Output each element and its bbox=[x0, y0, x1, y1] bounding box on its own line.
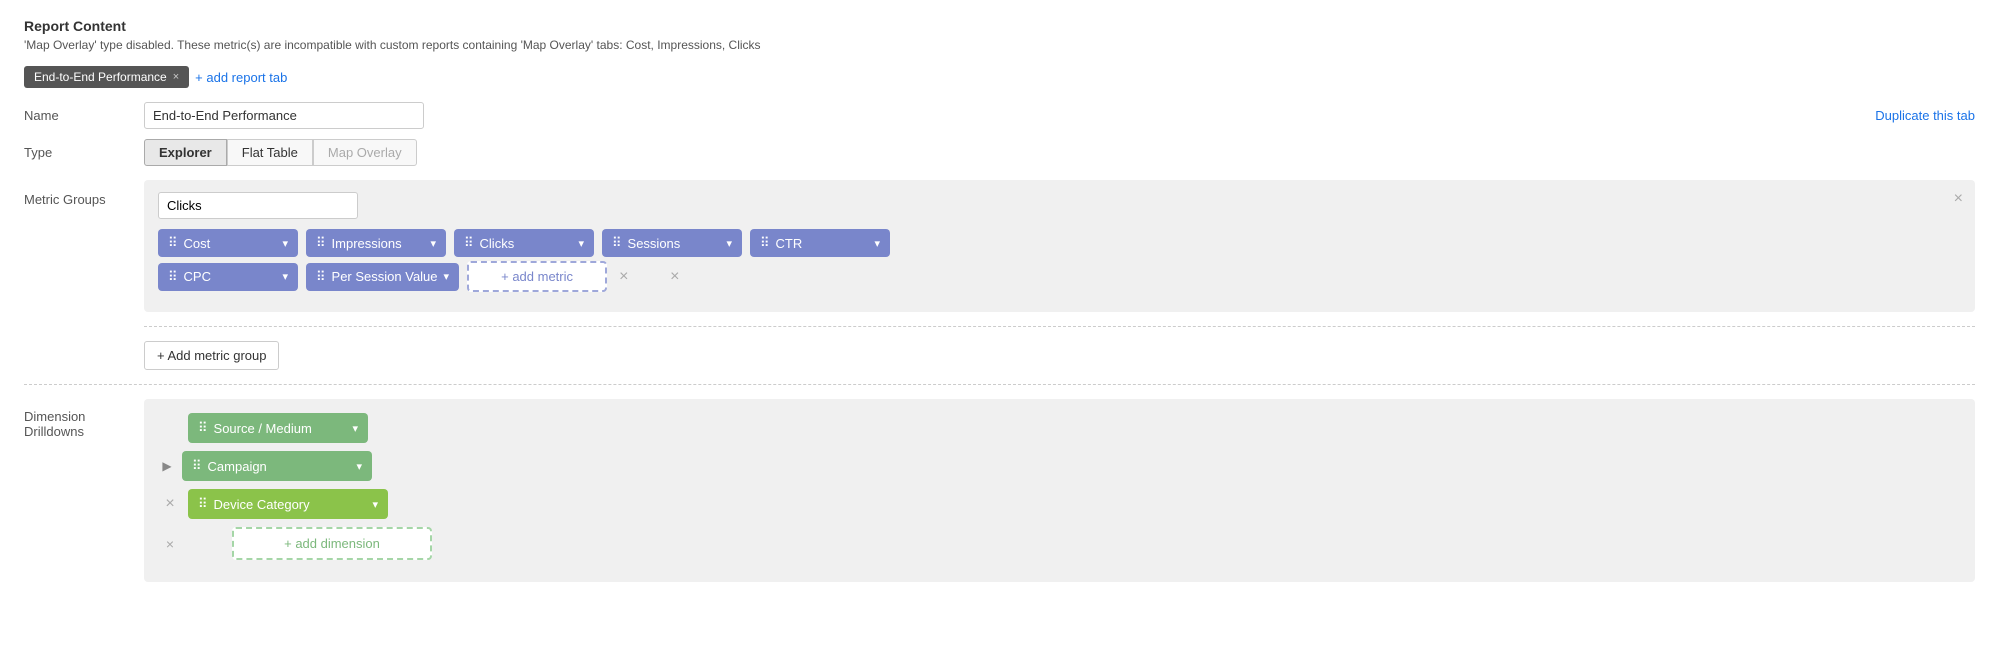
chevron-down-icon: ▾ bbox=[578, 237, 584, 250]
source-medium-label: Source / Medium bbox=[214, 421, 312, 436]
page-title: Report Content bbox=[24, 18, 1975, 34]
metric-group-close-icon[interactable]: × bbox=[1954, 190, 1963, 208]
metric-sessions-label: Sessions bbox=[628, 236, 681, 251]
warning-message: 'Map Overlay' type disabled. These metri… bbox=[24, 38, 1975, 52]
device-category-label: Device Category bbox=[214, 497, 310, 512]
chevron-down-icon: ▾ bbox=[430, 237, 436, 250]
campaign-label: Campaign bbox=[208, 459, 267, 474]
add-dimension-button[interactable]: + add dimension bbox=[232, 527, 432, 560]
add-metric-group-button[interactable]: + Add metric group bbox=[144, 341, 279, 370]
active-tab[interactable]: End-to-End Performance × bbox=[24, 66, 189, 88]
metric-cpc[interactable]: ⠿ CPC ▾ bbox=[158, 263, 298, 291]
metric-cost[interactable]: ⠿ Cost ▾ bbox=[158, 229, 298, 257]
chevron-down-icon: ▾ bbox=[282, 270, 288, 283]
source-medium-dropdown[interactable]: ⠿ Source / Medium ▾ bbox=[188, 413, 368, 443]
metric-per-session-value[interactable]: ⠿ Per Session Value ▾ bbox=[306, 263, 459, 291]
drag-icon: ⠿ bbox=[760, 235, 770, 251]
metric-cpc-label: CPC bbox=[184, 269, 211, 284]
type-flat-table-button[interactable]: Flat Table bbox=[227, 139, 313, 166]
tabs-bar: End-to-End Performance × + add report ta… bbox=[24, 66, 1975, 88]
type-label: Type bbox=[24, 145, 144, 160]
name-row: Name Duplicate this tab bbox=[24, 102, 1975, 129]
metrics-row-2: ⠿ CPC ▾ ⠿ Per Session Value ▾ + add metr… bbox=[158, 261, 1961, 292]
chevron-down-icon: ▾ bbox=[352, 422, 358, 435]
type-map-overlay-button[interactable]: Map Overlay bbox=[313, 139, 417, 166]
remove-dimension-icon[interactable]: × bbox=[165, 495, 174, 513]
tab-name-input[interactable] bbox=[144, 102, 424, 129]
name-label: Name bbox=[24, 108, 144, 123]
metric-clicks[interactable]: ⠿ Clicks ▾ bbox=[454, 229, 594, 257]
drag-icon: ⠿ bbox=[168, 269, 178, 285]
type-explorer-button[interactable]: Explorer bbox=[144, 139, 227, 166]
drag-icon: ⠿ bbox=[198, 496, 208, 512]
chevron-down-icon: ▾ bbox=[372, 498, 378, 511]
type-row: Type Explorer Flat Table Map Overlay bbox=[24, 139, 1975, 166]
add-metric-button[interactable]: + add metric bbox=[467, 261, 607, 292]
metric-cost-label: Cost bbox=[184, 236, 211, 251]
chevron-down-icon: ▾ bbox=[282, 237, 288, 250]
metrics-row-1: ⠿ Cost ▾ ⠿ Impressions ▾ ⠿ Clicks ▾ bbox=[158, 229, 1961, 257]
drag-icon: ⠿ bbox=[316, 269, 326, 285]
campaign-dropdown[interactable]: ⠿ Campaign ▾ bbox=[182, 451, 372, 481]
metric-ctr-label: CTR bbox=[776, 236, 803, 251]
remove-metric-group-icon[interactable]: × bbox=[619, 268, 628, 286]
divider bbox=[144, 326, 1975, 327]
add-metric-label: + add metric bbox=[501, 269, 573, 284]
drag-icon: ⠿ bbox=[612, 235, 622, 251]
drag-icon: ⠿ bbox=[198, 420, 208, 436]
dimension-campaign: ▶ ⠿ Campaign ▾ bbox=[158, 451, 1961, 481]
device-category-dropdown[interactable]: ⠿ Device Category ▾ bbox=[188, 489, 388, 519]
expand-arrow-icon[interactable]: ▶ bbox=[162, 459, 171, 473]
tab-close-icon[interactable]: × bbox=[173, 71, 179, 83]
metric-groups-label: Metric Groups bbox=[24, 180, 144, 370]
drag-icon: ⠿ bbox=[464, 235, 474, 251]
chevron-down-icon: ▾ bbox=[356, 460, 362, 473]
metric-ctr[interactable]: ⠿ CTR ▾ bbox=[750, 229, 890, 257]
add-report-tab-link[interactable]: + add report tab bbox=[195, 70, 287, 85]
dimension-device-category: × ⠿ Device Category ▾ bbox=[158, 489, 1961, 519]
metric-groups-section: Metric Groups × ⠿ Cost ▾ ⠿ Impressions ▾ bbox=[24, 180, 1975, 370]
remove-metric-group-icon-2[interactable]: × bbox=[670, 268, 679, 286]
metric-per-session-label: Per Session Value bbox=[332, 269, 438, 284]
drag-icon: ⠿ bbox=[316, 235, 326, 251]
metric-group-name-input[interactable] bbox=[158, 192, 358, 219]
metric-groups-area: × ⠿ Cost ▾ ⠿ Impressions ▾ ⠿ bbox=[144, 180, 1975, 312]
chevron-down-icon: ▾ bbox=[444, 270, 450, 283]
dimension-section: Dimension Drilldowns ⠿ Source / Medium ▾… bbox=[24, 399, 1975, 582]
section-divider bbox=[24, 384, 1975, 385]
type-buttons: Explorer Flat Table Map Overlay bbox=[144, 139, 417, 166]
metric-impressions[interactable]: ⠿ Impressions ▾ bbox=[306, 229, 446, 257]
duplicate-tab-link[interactable]: Duplicate this tab bbox=[1875, 108, 1975, 123]
chevron-down-icon: ▾ bbox=[726, 237, 732, 250]
chevron-down-icon: ▾ bbox=[874, 237, 880, 250]
metric-clicks-label: Clicks bbox=[480, 236, 515, 251]
drag-icon: ⠿ bbox=[168, 235, 178, 251]
drag-icon: ⠿ bbox=[192, 458, 202, 474]
dimension-source-medium: ⠿ Source / Medium ▾ bbox=[158, 413, 1961, 443]
metric-sessions[interactable]: ⠿ Sessions ▾ bbox=[602, 229, 742, 257]
dimension-area: ⠿ Source / Medium ▾ ▶ ⠿ Campaign ▾ bbox=[144, 399, 1975, 582]
dimension-drilldowns-label: Dimension Drilldowns bbox=[24, 399, 144, 582]
add-dimension-close-icon[interactable]: × bbox=[166, 536, 174, 552]
add-dimension-row: × + add dimension bbox=[158, 527, 1961, 560]
metric-impressions-label: Impressions bbox=[332, 236, 402, 251]
active-tab-label: End-to-End Performance bbox=[34, 70, 167, 84]
